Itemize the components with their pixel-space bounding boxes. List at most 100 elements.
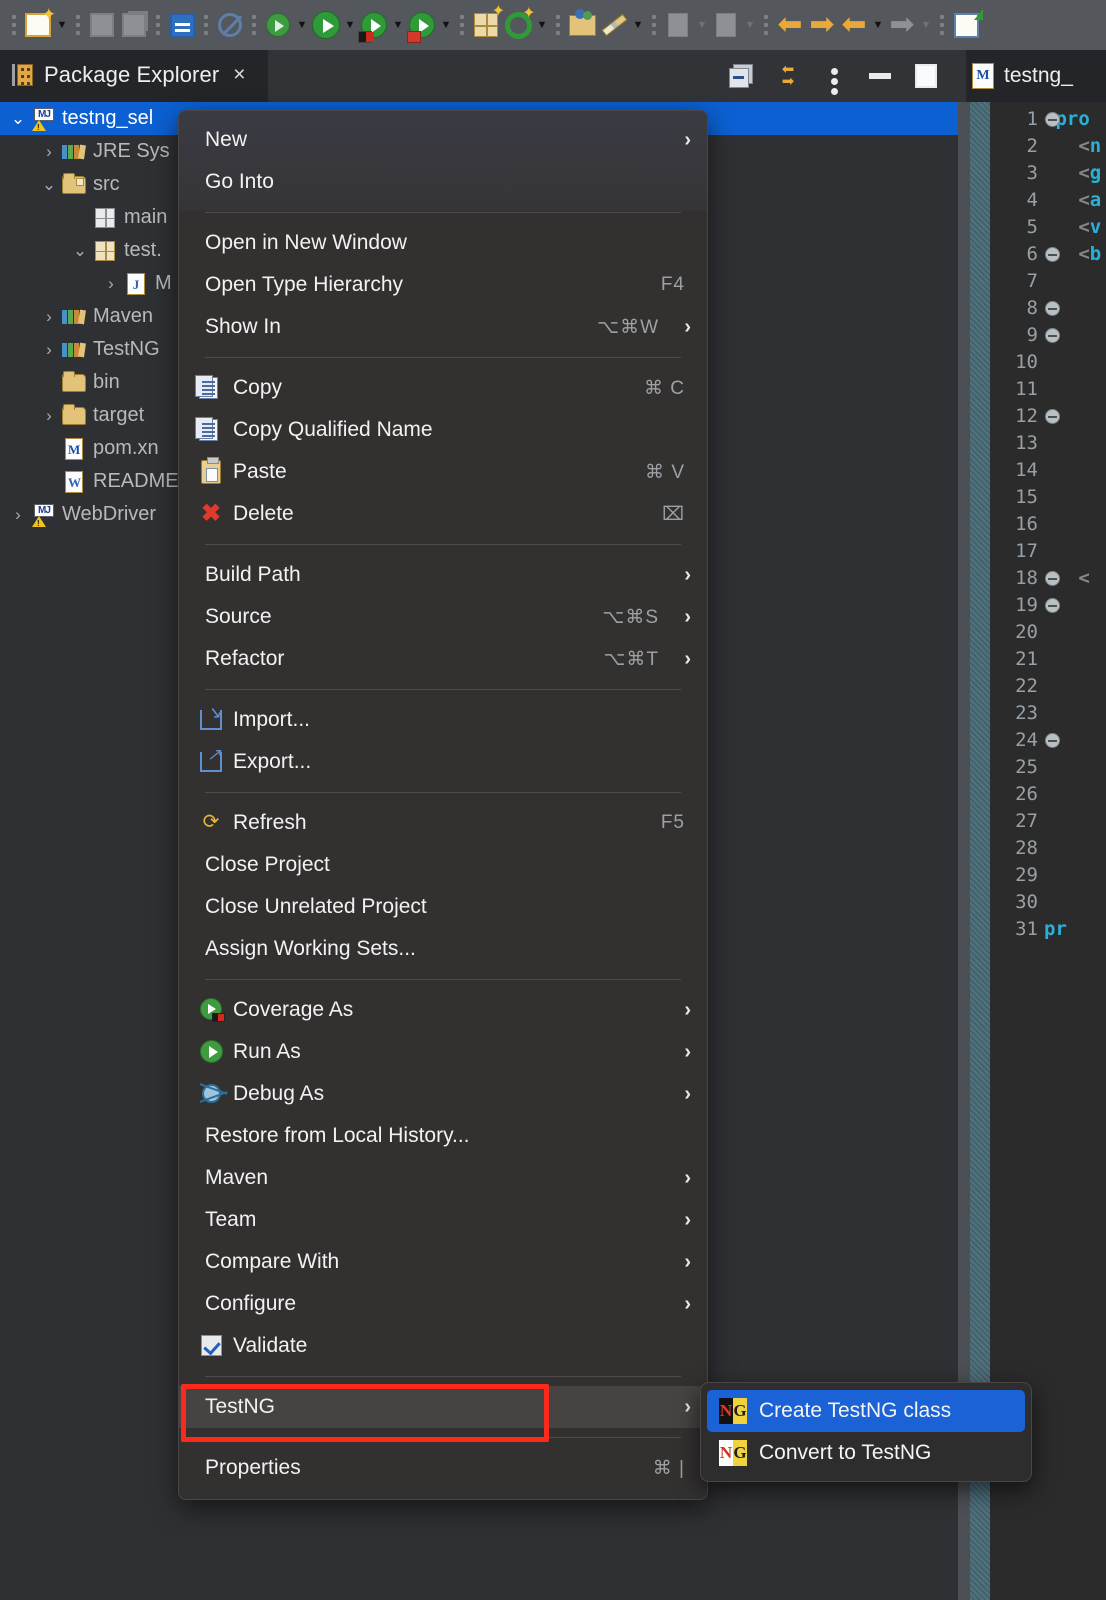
menu-item-team[interactable]: Team› <box>179 1199 707 1241</box>
menu-item-debug-as[interactable]: Debug As› <box>179 1073 707 1115</box>
chevron-right-icon[interactable]: › <box>99 274 123 294</box>
forward-button[interactable]: ➡ <box>806 3 838 47</box>
chevron-right-icon[interactable]: › <box>37 307 61 327</box>
minimize-button[interactable] <box>866 62 894 90</box>
back-button[interactable]: ⬅ <box>774 3 806 47</box>
menu-item-go-into[interactable]: Go Into <box>179 161 707 203</box>
fold-toggle-icon[interactable] <box>1045 598 1060 613</box>
menu-item-label: Configure <box>205 1292 665 1316</box>
skip-breakpoints-button[interactable] <box>214 3 246 47</box>
save-button[interactable] <box>86 3 118 47</box>
line-number: 11 <box>990 376 1042 403</box>
debug-button[interactable]: ▼ <box>358 3 406 47</box>
chevron-down-icon[interactable]: ▼ <box>438 9 454 41</box>
chevron-right-icon[interactable]: › <box>37 340 61 360</box>
chevron-down-icon[interactable]: ⌄ <box>68 241 92 261</box>
menu-item-refresh[interactable]: ⟳RefreshF5 <box>179 802 707 844</box>
maximize-button[interactable] <box>912 62 940 90</box>
submenu-item-convert-to-testng[interactable]: NGConvert to TestNG <box>707 1432 1025 1474</box>
submenu-item-create-testng-class[interactable]: NGCreate TestNG class <box>707 1390 1025 1432</box>
save-all-button[interactable] <box>118 3 150 47</box>
menu-item-delete[interactable]: ✖Delete⌧ <box>179 493 707 535</box>
open-type-button[interactable] <box>566 3 598 47</box>
menu-item-refactor[interactable]: Refactor⌥⌘T› <box>179 638 707 680</box>
run-button[interactable]: ▼ <box>310 3 358 47</box>
menu-item-restore-from-local-history[interactable]: Restore from Local History... <box>179 1115 707 1157</box>
fold-toggle-icon[interactable] <box>1045 571 1060 586</box>
menu-item-maven[interactable]: Maven› <box>179 1157 707 1199</box>
menu-item-configure[interactable]: Configure› <box>179 1283 707 1325</box>
new-package-button[interactable]: ✦ <box>470 3 502 47</box>
menu-item-export[interactable]: ↗Export... <box>179 741 707 783</box>
editor-fold-column[interactable] <box>970 102 990 1600</box>
tab-editor-file[interactable]: M testng_ <box>966 50 1106 102</box>
toolbar-separator <box>456 6 468 44</box>
previous-annotation-button[interactable]: ▼ <box>710 3 758 47</box>
chevron-down-icon[interactable]: ▼ <box>742 9 758 41</box>
chevron-down-icon[interactable]: ▼ <box>534 9 550 41</box>
chevron-right-icon[interactable]: › <box>37 406 61 426</box>
chevron-right-icon[interactable]: › <box>6 505 30 525</box>
menu-item-compare-with[interactable]: Compare With› <box>179 1241 707 1283</box>
run-last-button[interactable]: ▼ <box>406 3 454 47</box>
fold-toggle-icon[interactable] <box>1045 733 1060 748</box>
menu-separator <box>205 689 681 690</box>
forward-history-button[interactable]: ➡ ▼ <box>886 3 934 47</box>
editor-code-area[interactable]: <pro <n <g <a <v <b < pr <box>1042 102 1106 1600</box>
menu-item-new[interactable]: New› <box>179 119 707 161</box>
fold-toggle-icon[interactable] <box>1045 247 1060 262</box>
print-button[interactable] <box>166 3 198 47</box>
fold-toggle-icon[interactable] <box>1045 409 1060 424</box>
menu-item-open-in-new-window[interactable]: Open in New Window <box>179 222 707 264</box>
menu-item-open-type-hierarchy[interactable]: Open Type HierarchyF4 <box>179 264 707 306</box>
back-history-button[interactable]: ⬅ ▼ <box>838 3 886 47</box>
menu-item-copy[interactable]: Copy⌘ C <box>179 367 707 409</box>
view-menu-button[interactable] <box>820 62 848 90</box>
chevron-down-icon[interactable]: ▼ <box>630 9 646 41</box>
chevron-down-icon[interactable]: ▼ <box>694 9 710 41</box>
menu-item-validate[interactable]: Validate <box>179 1325 707 1367</box>
link-with-editor-button[interactable]: ⬅➡ <box>774 62 802 90</box>
chevron-down-icon[interactable]: ⌄ <box>6 109 30 129</box>
menu-item-paste[interactable]: Paste⌘ V <box>179 451 707 493</box>
chevron-down-icon[interactable]: ▼ <box>390 9 406 41</box>
line-number: 29 <box>990 862 1042 889</box>
validate-checkbox-icon[interactable] <box>201 1335 222 1356</box>
close-icon[interactable]: × <box>233 63 245 87</box>
debug-icon <box>358 9 390 41</box>
menu-item-import[interactable]: ↘Import... <box>179 699 707 741</box>
chevron-down-icon[interactable]: ▼ <box>294 9 310 41</box>
menu-item-close-unrelated-project[interactable]: Close Unrelated Project <box>179 886 707 928</box>
next-annotation-button[interactable]: ▼ <box>662 3 710 47</box>
new-java-project-button[interactable] <box>950 3 982 47</box>
tab-package-explorer[interactable]: Package Explorer × <box>0 50 268 102</box>
fold-toggle-icon[interactable] <box>1045 301 1060 316</box>
collapse-all-button[interactable] <box>728 62 756 90</box>
menu-item-source[interactable]: Source⌥⌘S› <box>179 596 707 638</box>
menu-item-show-in[interactable]: Show In⌥⌘W› <box>179 306 707 348</box>
search-button[interactable]: ▼ <box>598 3 646 47</box>
chevron-down-icon[interactable]: ▼ <box>54 9 70 41</box>
chevron-down-icon[interactable]: ▼ <box>870 9 886 41</box>
chevron-down-icon[interactable]: ▼ <box>918 9 934 41</box>
menu-item-copy-qualified-name[interactable]: Copy Qualified Name <box>179 409 707 451</box>
new-wizard-button[interactable]: ✦ ▼ <box>22 3 70 47</box>
fold-toggle-icon[interactable] <box>1045 112 1060 127</box>
menu-item-testng[interactable]: TestNG› <box>179 1386 707 1428</box>
chevron-down-icon[interactable]: ⌄ <box>37 175 61 195</box>
menu-item-run-as[interactable]: Run As› <box>179 1031 707 1073</box>
menu-item-close-project[interactable]: Close Project <box>179 844 707 886</box>
new-class-button[interactable]: ✦ ▼ <box>502 3 550 47</box>
menu-item-properties[interactable]: Properties⌘ | <box>179 1447 707 1489</box>
chevron-right-icon[interactable]: › <box>37 142 61 162</box>
coverage-button[interactable]: ▼ <box>262 3 310 47</box>
copy-qualified-icon <box>199 419 218 441</box>
menu-item-assign-working-sets[interactable]: Assign Working Sets... <box>179 928 707 970</box>
fold-toggle-icon[interactable] <box>1045 328 1060 343</box>
menu-item-build-path[interactable]: Build Path› <box>179 554 707 596</box>
code-line <box>1042 862 1106 889</box>
code-line: <n <box>1042 133 1106 160</box>
chevron-down-icon[interactable]: ▼ <box>342 9 358 41</box>
menu-item-coverage-as[interactable]: Coverage As› <box>179 989 707 1031</box>
submenu-item-label: Create TestNG class <box>759 1399 951 1423</box>
